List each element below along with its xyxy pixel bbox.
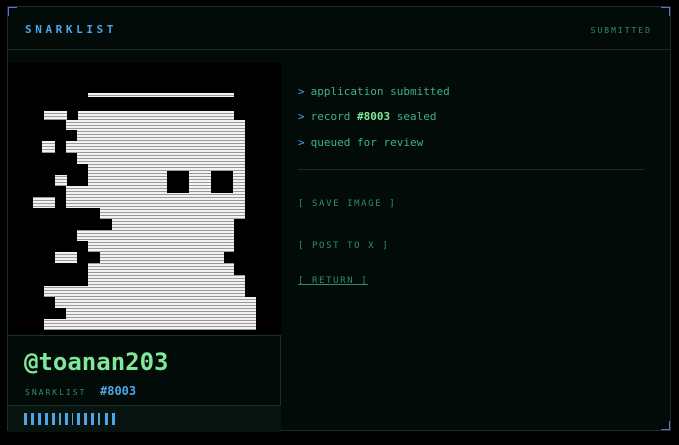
return-button[interactable]: [ RETURN ] (298, 276, 368, 286)
prompt-caret: > (298, 85, 305, 98)
log-text: application submitted (310, 85, 450, 98)
save-image-button[interactable]: [ SAVE IMAGE ] (298, 199, 396, 209)
record-highlight: #8003 (357, 110, 391, 123)
record-number: #8003 (100, 384, 137, 398)
card-header: SNARKLIST SUBMITTED (8, 7, 670, 50)
submission-card: SNARKLIST SUBMITTED @toanan203 SNARKLIST… (7, 6, 671, 432)
post-to-x-button[interactable]: [ POST TO X ] (298, 241, 389, 251)
identity-block: @toanan203 SNARKLIST #8003 (8, 335, 281, 405)
barcode-strip (8, 405, 281, 432)
barcode-icon (24, 413, 115, 425)
log-line-sealed: > record #8003 sealed (298, 110, 437, 123)
record-meta: SNARKLIST #8003 (25, 380, 136, 399)
prompt-caret: > (298, 110, 305, 123)
log-line-submitted: > application submitted (298, 85, 450, 98)
log-line-queued: > queued for review (298, 136, 423, 149)
log-text: sealed (396, 110, 437, 123)
status-badge: SUBMITTED (590, 26, 652, 35)
brand-title: SNARKLIST (25, 23, 118, 36)
prompt-caret: > (298, 136, 305, 149)
profile-panel: @toanan203 SNARKLIST #8003 (8, 63, 281, 432)
log-text: record (310, 110, 351, 123)
pixel-ghost-avatar-icon (33, 93, 256, 330)
list-label: SNARKLIST (25, 388, 87, 397)
log-text: queued for review (310, 136, 424, 149)
divider (298, 169, 644, 170)
corner-decoration (661, 421, 670, 430)
avatar (8, 63, 281, 335)
user-handle: @toanan203 (24, 348, 169, 376)
